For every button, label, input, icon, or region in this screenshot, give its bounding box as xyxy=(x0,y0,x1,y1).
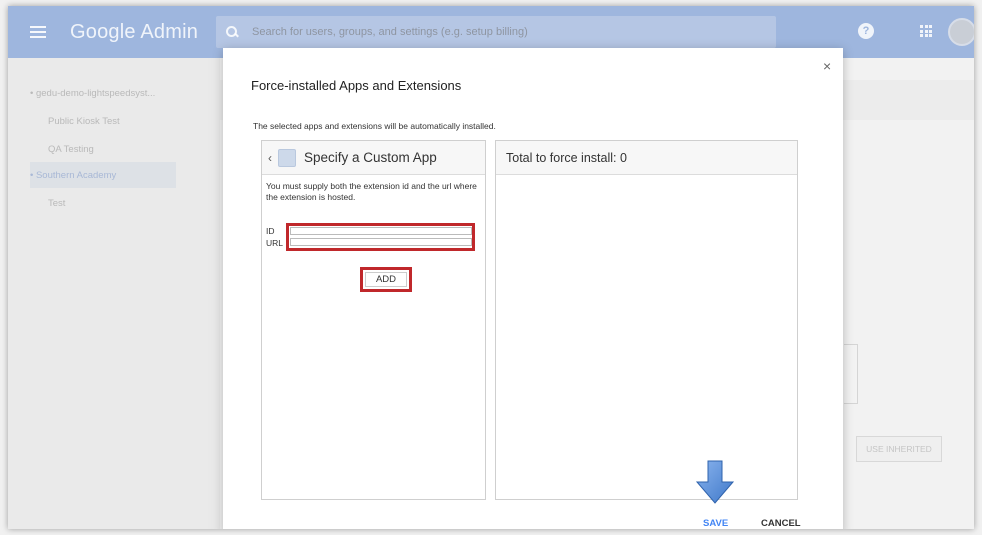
search-icon xyxy=(226,26,238,38)
brand-title[interactable]: Google Admin xyxy=(70,21,198,44)
sidebar-item-root[interactable]: • gedu-demo-lightspeedsyst... xyxy=(30,88,155,99)
add-button[interactable]: ADD xyxy=(360,267,412,292)
search-input[interactable] xyxy=(252,26,732,38)
force-install-list-panel: Total to force install: 0 xyxy=(495,140,798,500)
search-bar[interactable] xyxy=(216,16,776,48)
force-install-list-header: Total to force install: 0 xyxy=(496,141,797,175)
cancel-button[interactable]: CANCEL xyxy=(761,518,801,529)
force-install-total: Total to force install: 0 xyxy=(506,150,627,165)
sidebar-item-southern-academy[interactable]: • Southern Academy xyxy=(30,162,176,188)
dialog-title: Force-installed Apps and Extensions xyxy=(251,78,462,93)
sidebar-item-test[interactable]: Test xyxy=(48,198,65,209)
dialog-description: The selected apps and extensions will be… xyxy=(253,121,496,131)
hamburger-menu-icon[interactable] xyxy=(30,26,46,38)
custom-app-instructions: You must supply both the extension id an… xyxy=(266,181,477,202)
url-label: URL xyxy=(266,238,284,248)
app-window: Google Admin ? • gedu-demo-lightspeedsys… xyxy=(8,6,974,529)
id-label: ID xyxy=(266,226,275,236)
close-icon[interactable]: × xyxy=(823,58,831,74)
custom-app-panel-title: Specify a Custom App xyxy=(304,150,437,165)
custom-app-panel: ‹ Specify a Custom App You must supply b… xyxy=(261,140,486,500)
force-install-dialog: × Force-installed Apps and Extensions Th… xyxy=(223,48,843,529)
input-highlight-box xyxy=(286,223,475,251)
help-icon[interactable]: ? xyxy=(858,23,874,39)
avatar[interactable] xyxy=(948,18,974,46)
add-button-label: ADD xyxy=(375,274,397,285)
use-inherited-button[interactable]: USE INHERITED xyxy=(856,436,942,462)
org-unit-sidebar: • gedu-demo-lightspeedsyst... Public Kio… xyxy=(8,58,208,529)
background-box xyxy=(844,344,858,404)
back-chevron-icon[interactable]: ‹ xyxy=(268,151,272,165)
down-arrow-icon xyxy=(695,460,735,504)
custom-app-panel-header: ‹ Specify a Custom App xyxy=(262,141,485,175)
sidebar-item-qa-testing[interactable]: QA Testing xyxy=(48,144,94,155)
sidebar-item-public-kiosk[interactable]: Public Kiosk Test xyxy=(48,116,120,127)
save-button[interactable]: SAVE xyxy=(703,518,728,529)
custom-app-icon xyxy=(278,148,296,167)
apps-grid-icon[interactable] xyxy=(920,25,932,37)
